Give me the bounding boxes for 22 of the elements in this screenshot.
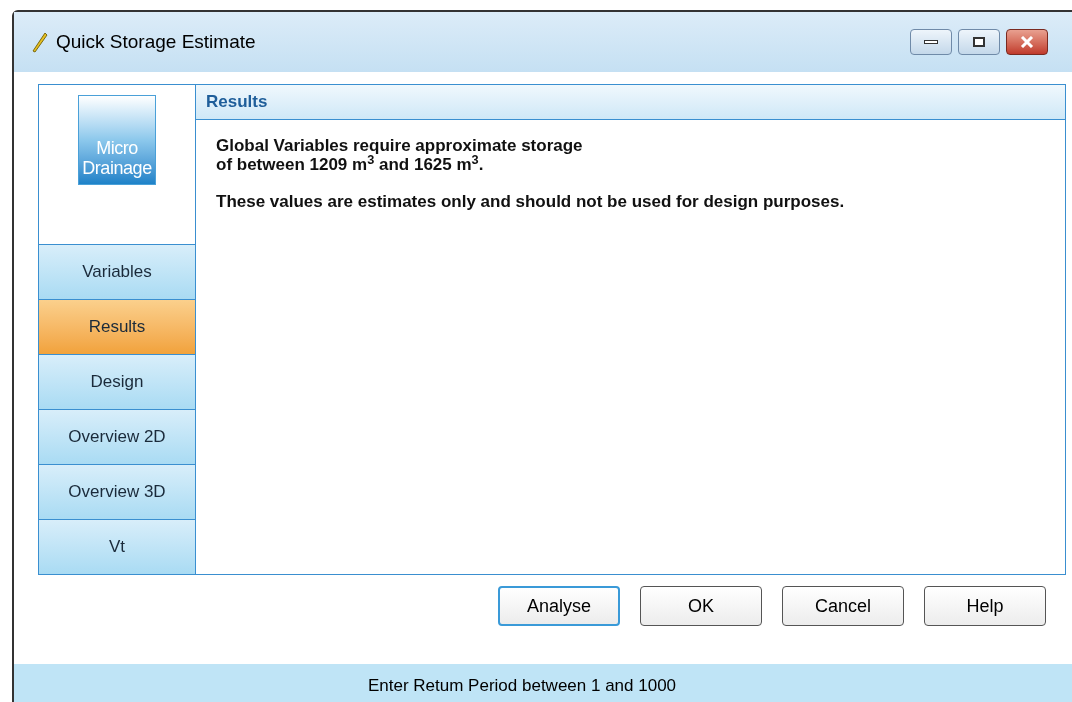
maximize-button[interactable] xyxy=(958,29,1000,55)
nav-tab[interactable]: Design xyxy=(39,355,195,410)
minimize-button[interactable] xyxy=(910,29,952,55)
dialog-button[interactable]: Analyse xyxy=(498,586,620,626)
nav-tab[interactable]: Overview 2D xyxy=(39,410,195,465)
status-text: Enter Retum Period between 1 and 1000 xyxy=(367,675,677,698)
result-text: Global Variables require approximate storage of between 1209 m$^{3}$ and 1625 m$^{3}$. xyxy=(216,136,584,174)
dialog-button[interactable]: OK xyxy=(640,586,762,626)
result-text: These values are estimates only and should not be used for design purposes. xyxy=(216,192,846,211)
close-icon xyxy=(1020,36,1034,48)
panel-title: Results xyxy=(206,91,268,114)
nav-tab[interactable]: Overview 3D xyxy=(39,465,195,520)
nav-tab[interactable]: Vt xyxy=(39,520,195,574)
dialog-button[interactable]: Help xyxy=(924,586,1046,626)
nav-tab[interactable]: Variables xyxy=(39,245,195,300)
window-title: Quick Storage Estimate xyxy=(56,29,256,54)
pencil-icon xyxy=(30,31,48,53)
close-button[interactable] xyxy=(1006,29,1048,55)
logo-text: Drainage xyxy=(82,158,152,178)
dialog-button[interactable]: Cancel xyxy=(782,586,904,626)
nav-tab[interactable]: Results xyxy=(39,300,195,355)
logo-text: Micro xyxy=(96,138,138,158)
